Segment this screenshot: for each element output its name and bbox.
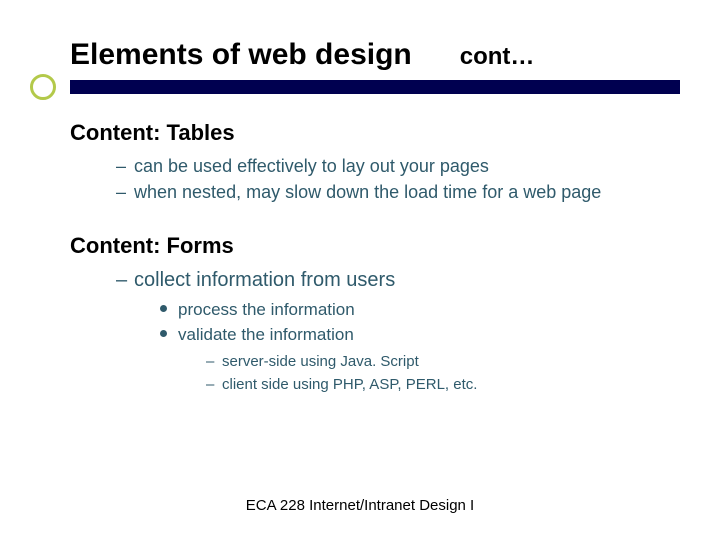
sub-bullet-list: process the information validate the inf…: [160, 298, 670, 396]
list-item-label: validate the information: [178, 325, 354, 344]
section-heading: Content: Tables: [70, 120, 670, 146]
list-item: server-side using Java. Script: [206, 351, 670, 372]
list-item: validate the information server-side usi…: [160, 323, 670, 395]
slide-footer: ECA 228 Internet/Intranet Design I: [0, 497, 720, 514]
list-item: collect information from users process t…: [116, 267, 670, 396]
accent-bar-wrap: [70, 80, 670, 102]
slide-title: Elements of web design: [70, 38, 412, 72]
slide-title-cont: cont…: [460, 43, 535, 71]
slide: Elements of web design cont… Content: Ta…: [0, 0, 720, 540]
sub-sub-bullet-list: server-side using Java. Script client si…: [206, 351, 670, 395]
list-item-label: collect information from users: [134, 269, 395, 291]
list-item: process the information: [160, 298, 670, 322]
accent-bar: [70, 80, 680, 94]
bullet-list: collect information from users process t…: [116, 267, 670, 396]
bullet-list: can be used effectively to lay out your …: [116, 154, 670, 205]
section-heading: Content: Forms: [70, 233, 670, 259]
accent-ring-icon: [30, 74, 56, 100]
list-item: when nested, may slow down the load time…: [116, 180, 670, 204]
list-item: client side using PHP, ASP, PERL, etc.: [206, 374, 670, 395]
title-row: Elements of web design cont…: [70, 38, 670, 72]
list-item: can be used effectively to lay out your …: [116, 154, 670, 178]
